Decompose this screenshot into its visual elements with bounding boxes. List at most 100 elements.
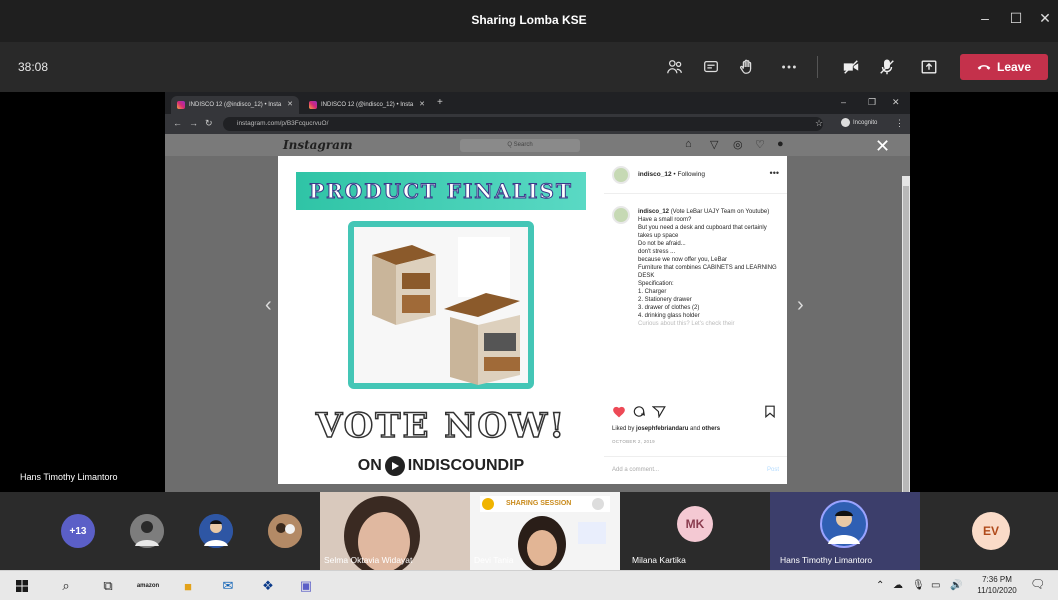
instagram-search-input[interactable]: Q Search bbox=[460, 139, 580, 152]
mail-icon[interactable]: ✉ bbox=[218, 577, 238, 595]
hand-icon bbox=[740, 59, 752, 74]
participant-avatar-photo bbox=[820, 500, 868, 548]
participant-tile[interactable]: MK Milana Kartika bbox=[620, 492, 770, 570]
search-icon[interactable]: ⌕ bbox=[56, 577, 76, 595]
leave-button[interactable]: Leave bbox=[960, 54, 1048, 80]
overflow-participants-count[interactable]: +13 bbox=[61, 514, 95, 548]
close-browser-icon[interactable]: ✕ bbox=[892, 97, 900, 108]
back-arrow-icon[interactable]: ← bbox=[173, 118, 182, 128]
product-frame bbox=[348, 221, 534, 389]
caption-avatar[interactable] bbox=[612, 206, 630, 224]
camera-toggle-button[interactable] bbox=[838, 55, 864, 79]
share-icon[interactable] bbox=[652, 405, 666, 418]
show-hidden-icons-icon[interactable]: ⌃ bbox=[876, 580, 884, 591]
dropbox-icon[interactable]: ❖ bbox=[258, 577, 278, 595]
window-title: Sharing Lomba KSE bbox=[471, 13, 587, 27]
instagram-favicon-icon bbox=[177, 101, 185, 109]
caption-handle[interactable]: indisco_12 bbox=[638, 209, 669, 215]
camera-off-icon bbox=[843, 60, 859, 74]
liked-by-user[interactable]: josephfebriandaru bbox=[636, 426, 688, 432]
post-date: OCTOBER 2, 2019 bbox=[612, 439, 655, 444]
raise-hand-button[interactable] bbox=[734, 55, 760, 79]
new-tab-icon[interactable]: + bbox=[437, 97, 443, 108]
youtube-channel-line: ON INDISCOUNDIP bbox=[278, 456, 604, 476]
participant-avatar[interactable] bbox=[130, 514, 164, 548]
account-handle[interactable]: indisco_12 bbox=[638, 171, 672, 178]
home-icon[interactable]: ⌂ bbox=[685, 138, 692, 150]
person-photo-icon bbox=[199, 514, 233, 548]
participants-button[interactable] bbox=[662, 55, 688, 79]
windows-taskbar: ⌕ ⧉ amazon ■ ✉ ❖ ▣ ⌃ ☁ 🎙 ▭ 🔊 7:36 PM 11/… bbox=[0, 570, 1058, 600]
forward-arrow-icon[interactable]: → bbox=[189, 118, 198, 128]
minimize-browser-icon[interactable]: – bbox=[841, 97, 846, 107]
channel-prefix: ON bbox=[357, 457, 382, 474]
participant-name: Hans Timothy Limantoro bbox=[780, 555, 873, 565]
system-clock[interactable]: 7:36 PM 11/10/2020 bbox=[968, 574, 1026, 596]
scrollbar-thumb[interactable] bbox=[903, 186, 909, 492]
chat-button[interactable] bbox=[698, 55, 724, 79]
instagram-logo[interactable]: Instagram bbox=[283, 138, 353, 152]
next-post-icon[interactable]: › bbox=[797, 294, 804, 317]
maximize-button[interactable]: ☐ bbox=[1005, 10, 1027, 27]
participant-name: Selma Oktavia Widayat bbox=[324, 555, 413, 565]
share-screen-button[interactable] bbox=[916, 55, 942, 79]
product-finalist-banner: PRODUCT FINALIST bbox=[296, 172, 586, 210]
account-avatar[interactable] bbox=[612, 166, 630, 184]
participant-video-tile[interactable]: SHARING SESSION Devi Tania bbox=[470, 492, 620, 570]
volume-icon[interactable]: 🔊 bbox=[950, 580, 962, 591]
banner-text: PRODUCT FINALIST bbox=[309, 179, 573, 204]
participant-avatar[interactable] bbox=[268, 514, 302, 548]
post-comment-button[interactable]: Post bbox=[767, 467, 779, 473]
teams-icon[interactable]: ▣ bbox=[296, 577, 316, 595]
minimize-button[interactable]: – bbox=[974, 10, 996, 26]
close-window-button[interactable]: ✕ bbox=[1034, 10, 1056, 27]
profile-avatar-icon[interactable]: ● bbox=[777, 138, 784, 150]
participant-avatar[interactable] bbox=[199, 514, 233, 548]
participant-initials[interactable]: EV bbox=[972, 512, 1010, 550]
title-bar: Sharing Lomba KSE – ☐ ✕ bbox=[0, 0, 1058, 42]
cloud-icon[interactable]: ☁ bbox=[893, 580, 903, 591]
file-explorer-icon[interactable]: ■ bbox=[178, 577, 198, 595]
participant-name: Milana Kartika bbox=[632, 555, 686, 565]
explore-icon[interactable]: ◎ bbox=[733, 138, 743, 151]
comment-input[interactable]: Add a comment... bbox=[612, 467, 659, 473]
previous-post-icon[interactable]: ‹ bbox=[265, 294, 272, 317]
clock-time: 7:36 PM bbox=[982, 575, 1012, 584]
post-options-icon[interactable]: ••• bbox=[770, 168, 779, 178]
direct-icon[interactable]: ▽ bbox=[710, 138, 718, 151]
post-image: PRODUCT FINALIST VOTE NOW! ON INDISCOUND… bbox=[278, 156, 604, 484]
close-modal-icon[interactable]: ✕ bbox=[875, 136, 890, 157]
start-button-icon[interactable] bbox=[12, 577, 32, 595]
comment-box: Add a comment... Post bbox=[604, 456, 787, 484]
heart-liked-icon[interactable] bbox=[612, 405, 626, 418]
page-scrollbar[interactable] bbox=[902, 176, 910, 492]
browser-menu-icon[interactable]: ⋮ bbox=[895, 118, 904, 129]
battery-icon[interactable]: ▭ bbox=[931, 580, 940, 591]
following-label[interactable]: • Following bbox=[673, 171, 705, 178]
post-side-panel: indisco_12 • Following ••• indisco_12 (V… bbox=[604, 156, 787, 484]
close-tab-icon[interactable]: ✕ bbox=[287, 100, 293, 108]
person-photo-icon bbox=[130, 514, 164, 548]
microphone-icon[interactable]: 🎙 bbox=[912, 580, 925, 591]
incognito-label: Incognito bbox=[853, 119, 878, 126]
bookmark-icon[interactable] bbox=[764, 405, 776, 418]
liked-by-others[interactable]: others bbox=[702, 426, 720, 432]
amazon-icon[interactable]: amazon bbox=[137, 577, 159, 595]
notifications-icon[interactable]: 🗨 bbox=[1030, 577, 1045, 591]
bookmark-star-icon[interactable]: ☆ bbox=[815, 118, 823, 129]
participant-tile-active[interactable]: Hans Timothy Limantoro bbox=[770, 492, 920, 570]
more-actions-button[interactable] bbox=[776, 55, 802, 79]
mic-toggle-button[interactable] bbox=[874, 55, 900, 79]
participant-video-tile[interactable]: Selma Oktavia Widayat bbox=[320, 492, 470, 570]
activity-heart-icon[interactable]: ♡ bbox=[755, 138, 765, 151]
address-bar[interactable]: instagram.com/p/B3FcqucrvuO/ bbox=[223, 117, 823, 131]
tab-label: INDISCO 12 (@indisco_12) • Insta bbox=[321, 102, 414, 108]
close-tab-icon[interactable]: ✕ bbox=[419, 100, 425, 108]
restore-browser-icon[interactable]: ❐ bbox=[868, 97, 876, 108]
comment-icon[interactable] bbox=[632, 405, 646, 418]
participant-initials: MK bbox=[677, 506, 713, 542]
browser-tab[interactable]: INDISCO 12 (@indisco_12) • Insta ✕ bbox=[303, 96, 431, 114]
reload-icon[interactable]: ↻ bbox=[205, 118, 213, 129]
task-view-icon[interactable]: ⧉ bbox=[98, 577, 118, 595]
browser-tab[interactable]: INDISCO 12 (@indisco_12) • Insta ✕ bbox=[171, 96, 299, 114]
